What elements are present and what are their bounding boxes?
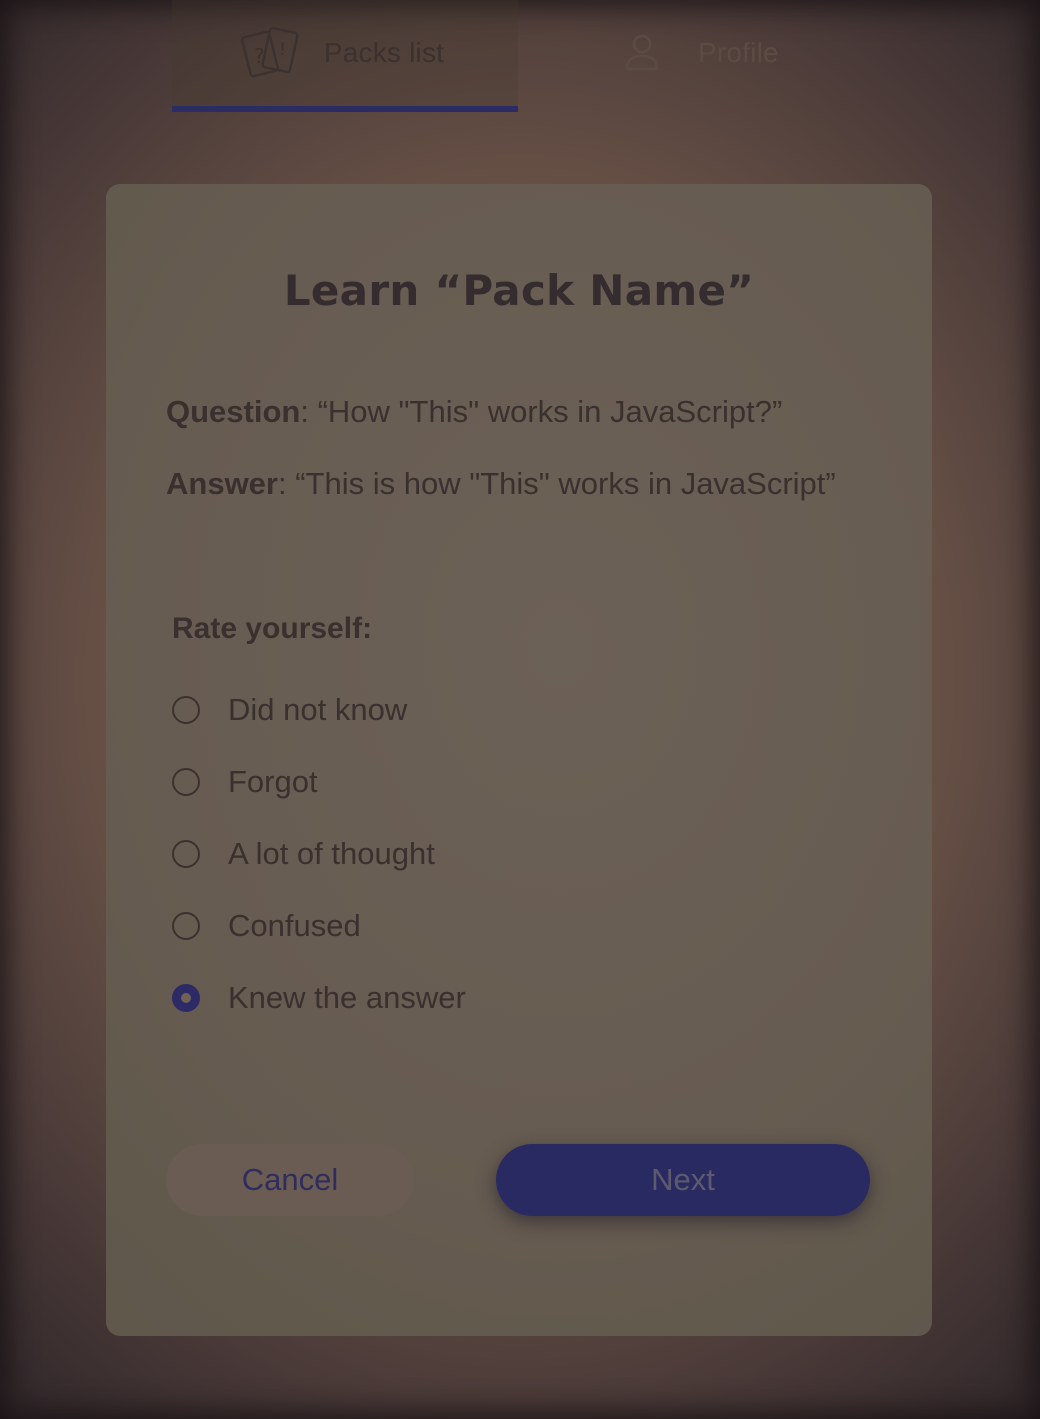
answer-row: Answer: “This is how "This" works in Jav… <box>166 466 836 502</box>
question-label: Question <box>166 394 301 429</box>
rating-option-knew-the-answer[interactable]: Knew the answer <box>172 962 466 1034</box>
question-text: “How "This" works in JavaScript?” <box>317 394 783 429</box>
answer-label: Answer <box>166 466 278 501</box>
option-label: Did not know <box>228 692 408 727</box>
question-separator: : <box>300 394 318 429</box>
learn-modal: Learn “Pack Name” Question: “How "This" … <box>106 184 932 1336</box>
tab-packs-list-label: Packs list <box>323 37 445 68</box>
radio-button[interactable] <box>172 840 200 868</box>
question-row: Question: “How "This" works in JavaScrip… <box>166 394 782 430</box>
svg-text:!: ! <box>279 39 286 60</box>
answer-text: “This is how "This" works in JavaScript” <box>295 466 836 501</box>
radio-button[interactable] <box>172 768 200 796</box>
option-label: Knew the answer <box>228 980 466 1015</box>
tab-packs-list[interactable]: ? ! Packs list <box>172 0 518 112</box>
tab-profile[interactable]: Profile <box>624 0 844 106</box>
rating-option-confused[interactable]: Confused <box>172 890 466 962</box>
user-icon <box>625 34 659 71</box>
rating-option-forgot[interactable]: Forgot <box>172 746 466 818</box>
answer-separator: : <box>277 466 296 501</box>
tab-profile-label: Profile <box>698 37 779 68</box>
rate-yourself-heading: Rate yourself: <box>172 612 373 645</box>
cancel-button[interactable]: Cancel <box>166 1144 414 1216</box>
radio-button[interactable] <box>172 696 200 724</box>
rating-options: Did not know Forgot A lot of thought Con… <box>172 674 466 1034</box>
top-tabs: ? ! Packs list Profile <box>172 0 872 112</box>
option-label: A lot of thought <box>228 836 435 871</box>
radio-button[interactable] <box>172 912 200 940</box>
svg-text:?: ? <box>254 44 265 68</box>
next-button[interactable]: Next <box>496 1144 870 1216</box>
rating-option-a-lot-of-thought[interactable]: A lot of thought <box>172 818 466 890</box>
rating-option-did-not-know[interactable]: Did not know <box>172 674 466 746</box>
radio-button[interactable] <box>172 984 200 1012</box>
cards-icon: ? ! <box>240 26 299 78</box>
option-label: Confused <box>228 908 361 943</box>
option-label: Forgot <box>228 764 318 799</box>
modal-title: Learn “Pack Name” <box>283 266 755 315</box>
active-tab-indicator <box>172 106 518 112</box>
